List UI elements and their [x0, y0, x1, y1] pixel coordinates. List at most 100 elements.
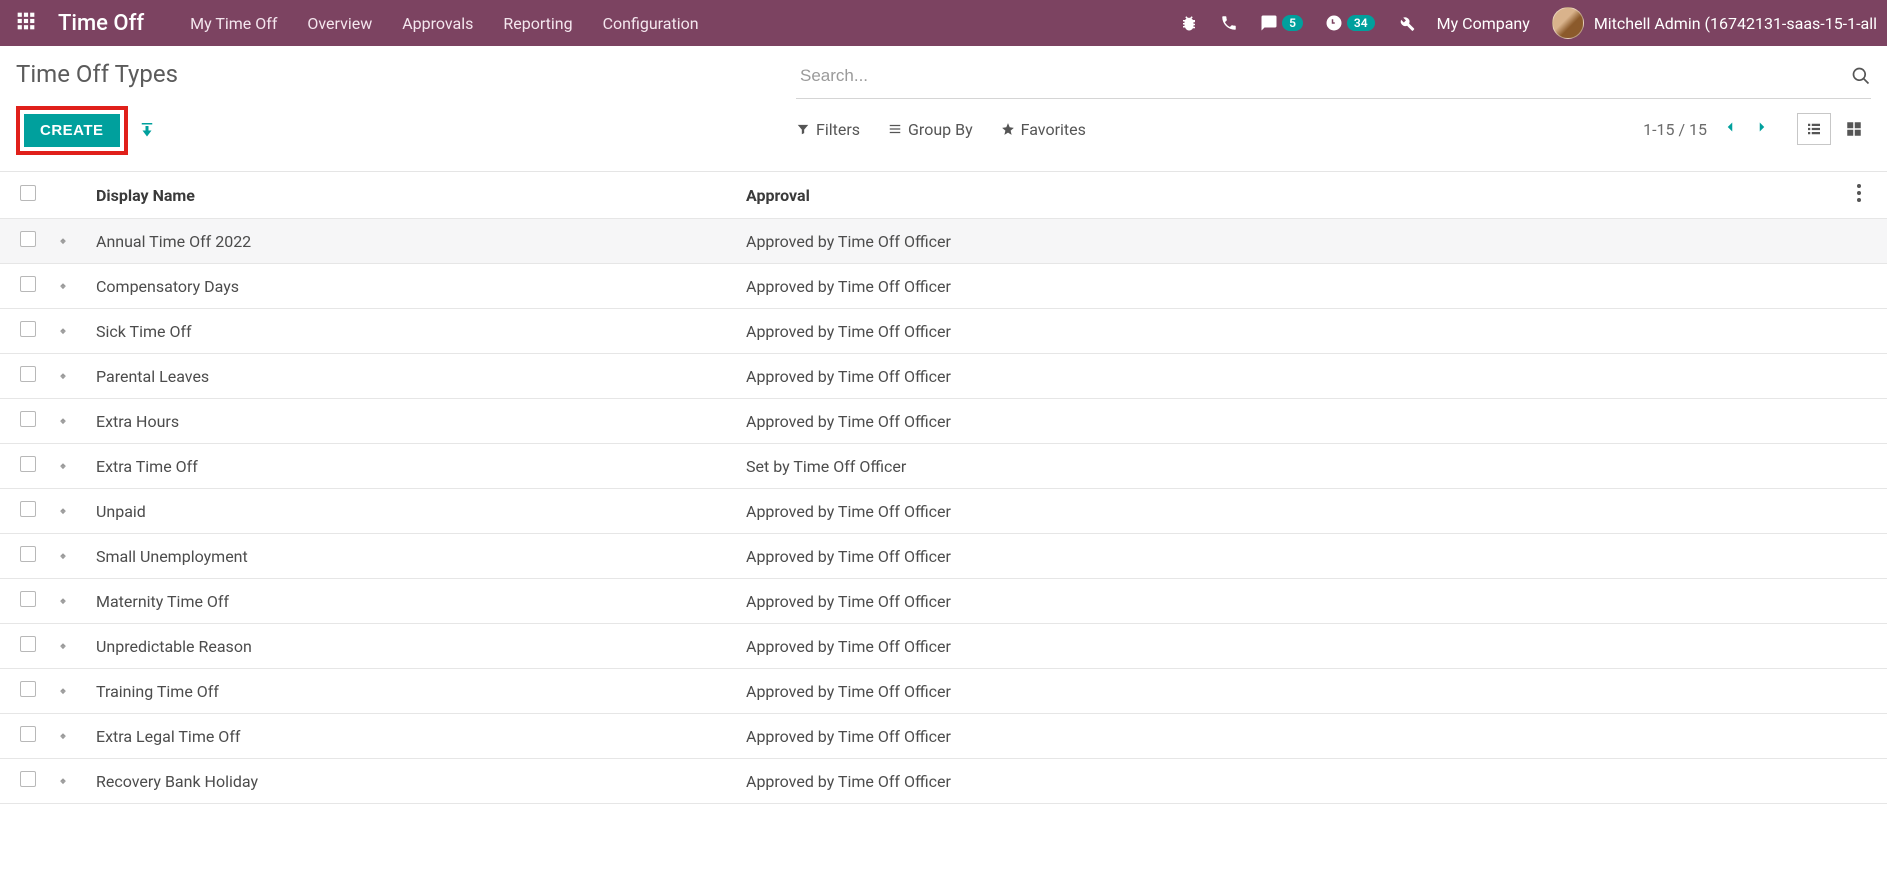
table-row[interactable]: Compensatory DaysApproved by Time Off Of… — [0, 264, 1887, 309]
user-name: Mitchell Admin (16742131-saas-15-1-all — [1594, 14, 1877, 33]
navbar-left: Time Off My Time Off Overview Approvals … — [16, 11, 703, 36]
top-navbar: Time Off My Time Off Overview Approvals … — [0, 0, 1887, 46]
drag-handle-icon[interactable] — [56, 728, 70, 742]
search-input[interactable] — [796, 60, 1871, 92]
pager-prev[interactable] — [1721, 118, 1739, 140]
row-checkbox[interactable] — [20, 456, 36, 472]
row-checkbox[interactable] — [20, 276, 36, 292]
cell-name: Sick Time Off — [86, 309, 736, 354]
cell-approval: Approved by Time Off Officer — [736, 579, 1847, 624]
drag-handle-icon[interactable] — [56, 548, 70, 562]
drag-handle-icon[interactable] — [56, 458, 70, 472]
bug-icon[interactable] — [1180, 14, 1198, 32]
table-row[interactable]: Recovery Bank HolidayApproved by Time Of… — [0, 759, 1887, 804]
nav-my-time-off[interactable]: My Time Off — [186, 14, 281, 33]
table-row[interactable]: Maternity Time OffApproved by Time Off O… — [0, 579, 1887, 624]
row-checkbox[interactable] — [20, 591, 36, 607]
drag-handle-icon[interactable] — [56, 323, 70, 337]
cell-approval: Approved by Time Off Officer — [736, 534, 1847, 579]
user-menu[interactable]: Mitchell Admin (16742131-saas-15-1-all — [1552, 7, 1877, 39]
pager-text: 1-15 / 15 — [1643, 120, 1707, 139]
app-brand[interactable]: Time Off — [58, 11, 164, 36]
nav-overview[interactable]: Overview — [303, 14, 376, 33]
page-title: Time Off Types — [16, 60, 796, 88]
cell-approval: Approved by Time Off Officer — [736, 219, 1847, 264]
pager-next[interactable] — [1753, 118, 1771, 140]
table-row[interactable]: Extra HoursApproved by Time Off Officer — [0, 399, 1887, 444]
cell-approval: Approved by Time Off Officer — [736, 489, 1847, 534]
drag-handle-icon[interactable] — [56, 773, 70, 787]
cell-approval: Approved by Time Off Officer — [736, 669, 1847, 714]
row-checkbox[interactable] — [20, 231, 36, 247]
row-checkbox[interactable] — [20, 681, 36, 697]
table-row[interactable]: Small UnemploymentApproved by Time Off O… — [0, 534, 1887, 579]
table-row[interactable]: Unpredictable ReasonApproved by Time Off… — [0, 624, 1887, 669]
favorites-button[interactable]: Favorites — [1001, 120, 1086, 139]
table-row[interactable]: Training Time OffApproved by Time Off Of… — [0, 669, 1887, 714]
row-checkbox[interactable] — [20, 366, 36, 382]
table-row[interactable]: Annual Time Off 2022Approved by Time Off… — [0, 219, 1887, 264]
drag-handle-icon[interactable] — [56, 278, 70, 292]
company-selector[interactable]: My Company — [1437, 14, 1530, 33]
cell-name: Small Unemployment — [86, 534, 736, 579]
drag-handle-icon[interactable] — [56, 638, 70, 652]
avatar — [1552, 7, 1584, 39]
columns-menu-icon[interactable] — [1857, 187, 1861, 206]
drag-handle-icon[interactable] — [56, 368, 70, 382]
filters-button[interactable]: Filters — [796, 120, 860, 139]
table-row[interactable]: Sick Time OffApproved by Time Off Office… — [0, 309, 1887, 354]
row-checkbox[interactable] — [20, 321, 36, 337]
cell-approval: Approved by Time Off Officer — [736, 264, 1847, 309]
nav-reporting[interactable]: Reporting — [499, 14, 576, 33]
drag-handle-icon[interactable] — [56, 503, 70, 517]
phone-icon[interactable] — [1220, 14, 1238, 32]
select-all-checkbox[interactable] — [20, 185, 36, 201]
create-button[interactable]: CREATE — [24, 114, 120, 147]
cell-name: Extra Hours — [86, 399, 736, 444]
col-header-name[interactable]: Display Name — [86, 172, 736, 219]
table-row[interactable]: Extra Time OffSet by Time Off Officer — [0, 444, 1887, 489]
table-row[interactable]: Parental LeavesApproved by Time Off Offi… — [0, 354, 1887, 399]
cell-approval: Approved by Time Off Officer — [736, 624, 1847, 669]
cell-name: Parental Leaves — [86, 354, 736, 399]
activities-icon[interactable]: 34 — [1325, 14, 1375, 32]
drag-handle-icon[interactable] — [56, 413, 70, 427]
apps-icon[interactable] — [16, 11, 36, 35]
cell-approval: Set by Time Off Officer — [736, 444, 1847, 489]
cell-approval: Approved by Time Off Officer — [736, 714, 1847, 759]
cell-name: Recovery Bank Holiday — [86, 759, 736, 804]
cell-name: Unpaid — [86, 489, 736, 534]
row-checkbox[interactable] — [20, 411, 36, 427]
messages-badge: 5 — [1282, 15, 1303, 31]
row-checkbox[interactable] — [20, 726, 36, 742]
groupby-button[interactable]: Group By — [888, 120, 973, 139]
row-checkbox[interactable] — [20, 636, 36, 652]
tools-icon[interactable] — [1397, 14, 1415, 32]
row-checkbox[interactable] — [20, 546, 36, 562]
search-icon[interactable] — [1851, 66, 1871, 90]
control-panel: Time Off Types CREATE Filters Group By — [0, 46, 1887, 171]
drag-handle-icon[interactable] — [56, 593, 70, 607]
view-list-button[interactable] — [1797, 113, 1831, 145]
filters-label: Filters — [816, 120, 860, 139]
cell-approval: Approved by Time Off Officer — [736, 399, 1847, 444]
activities-badge: 34 — [1347, 15, 1375, 31]
drag-handle-icon[interactable] — [56, 233, 70, 247]
nav-approvals[interactable]: Approvals — [398, 14, 477, 33]
row-checkbox[interactable] — [20, 771, 36, 787]
export-icon[interactable] — [138, 120, 156, 142]
messages-icon[interactable]: 5 — [1260, 14, 1303, 32]
col-header-approval[interactable]: Approval — [736, 172, 1847, 219]
cell-name: Extra Time Off — [86, 444, 736, 489]
row-checkbox[interactable] — [20, 501, 36, 517]
cell-name: Compensatory Days — [86, 264, 736, 309]
navbar-right: 5 34 My Company Mitchell Admin (16742131… — [1180, 7, 1877, 39]
nav-configuration[interactable]: Configuration — [599, 14, 703, 33]
table-row[interactable]: UnpaidApproved by Time Off Officer — [0, 489, 1887, 534]
drag-handle-icon[interactable] — [56, 683, 70, 697]
cell-approval: Approved by Time Off Officer — [736, 354, 1847, 399]
records-table: Display Name Approval Annual Time Off 20… — [0, 172, 1887, 804]
view-kanban-button[interactable] — [1837, 113, 1871, 145]
favorites-label: Favorites — [1021, 120, 1086, 139]
table-row[interactable]: Extra Legal Time OffApproved by Time Off… — [0, 714, 1887, 759]
